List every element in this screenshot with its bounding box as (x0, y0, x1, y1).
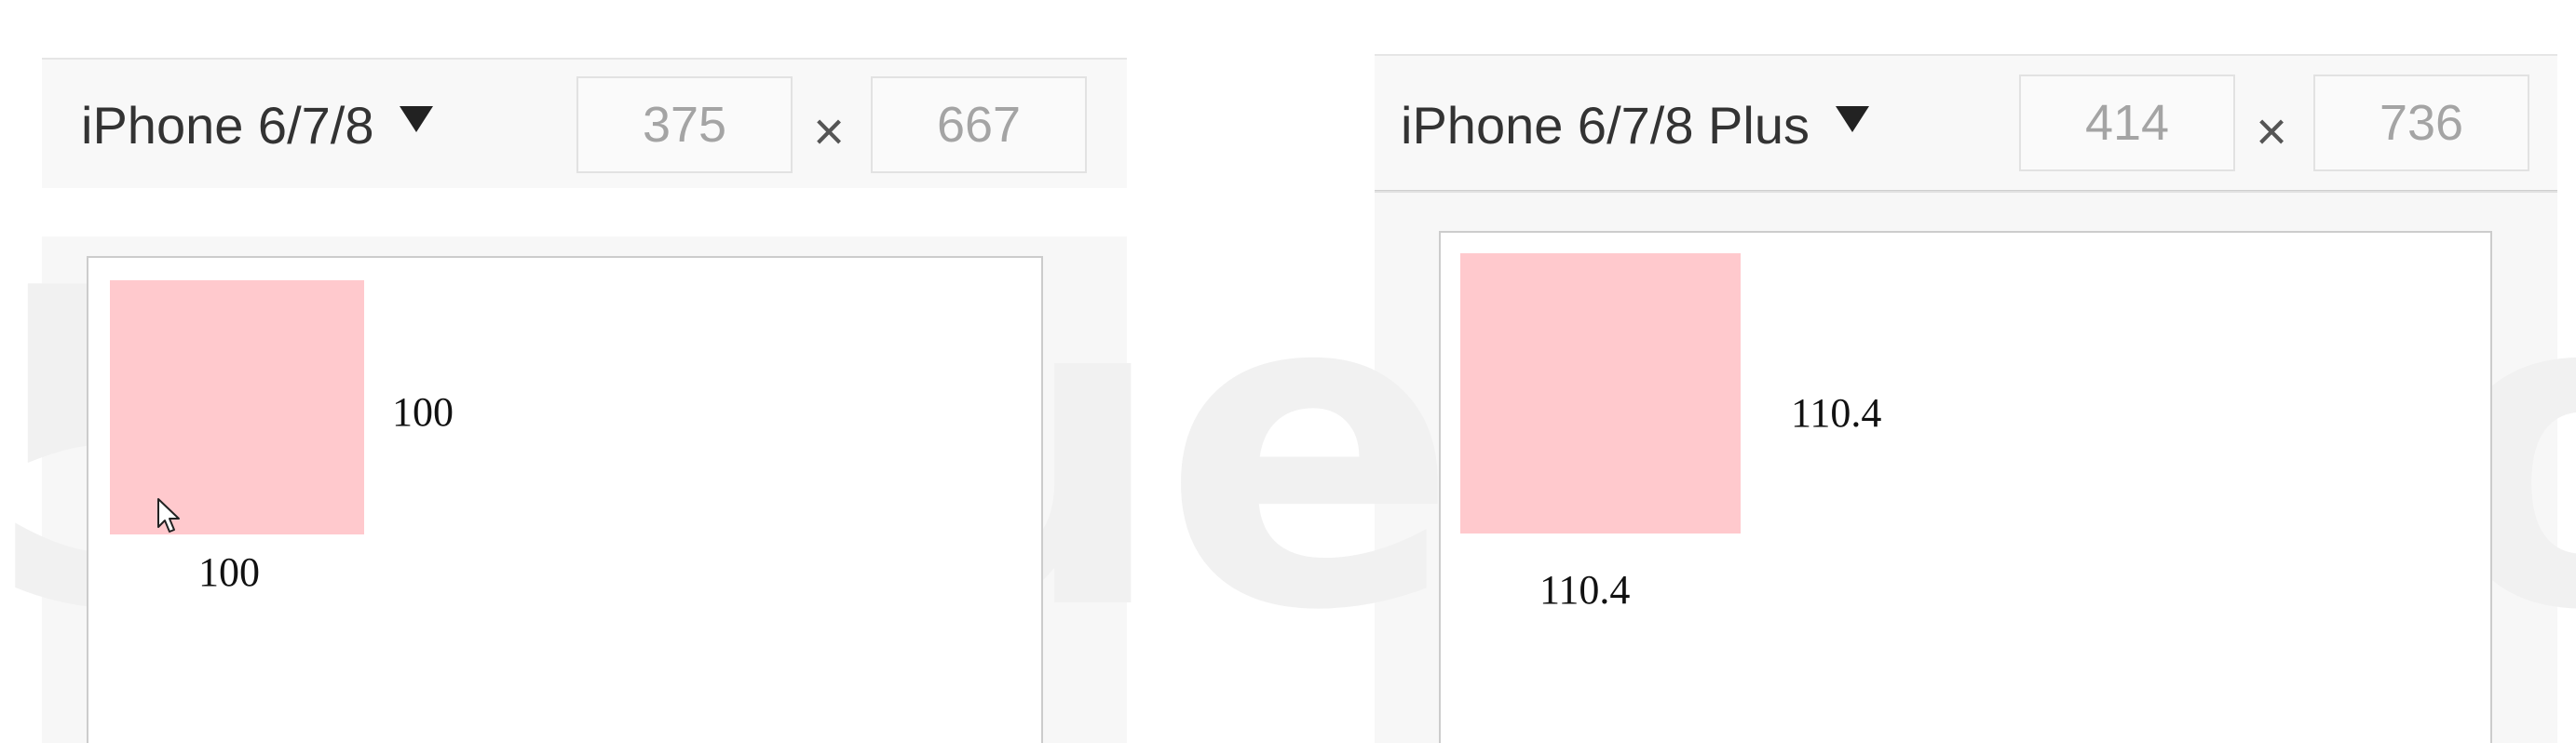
times-icon: × (2256, 101, 2287, 162)
device-preview-iphone-678-plus: iPhone 6/7/8 Plus 414 × 736 110.4 110.4 (1375, 54, 2557, 743)
viewport-width-input[interactable]: 375 (576, 76, 793, 173)
pink-box (110, 280, 364, 534)
device-toolbar: iPhone 6/7/8 375 × 667 (42, 58, 1127, 188)
viewport-height-input[interactable]: 667 (871, 76, 1087, 173)
viewport-width-input[interactable]: 414 (2019, 74, 2235, 171)
caret-down-icon (400, 106, 434, 132)
device-name: iPhone 6/7/8 Plus (1401, 95, 1810, 155)
box-height-label: 110.4 (1539, 567, 1631, 613)
pink-box (1460, 253, 1741, 534)
viewport-height-input[interactable]: 736 (2313, 74, 2529, 171)
device-viewport: 100 100 (87, 256, 1043, 743)
device-viewport: 110.4 110.4 (1439, 231, 2492, 743)
box-width-label: 110.4 (1791, 390, 1882, 436)
device-select[interactable]: iPhone 6/7/8 (81, 95, 434, 155)
device-name: iPhone 6/7/8 (81, 95, 374, 155)
mouse-pointer-icon (157, 498, 180, 533)
device-preview-iphone-678: iPhone 6/7/8 375 × 667 100 100 (42, 58, 1127, 743)
device-toolbar: iPhone 6/7/8 Plus 414 × 736 (1375, 54, 2557, 193)
box-height-label: 100 (198, 549, 260, 595)
box-width-label: 100 (392, 389, 454, 435)
device-select[interactable]: iPhone 6/7/8 Plus (1401, 95, 1869, 155)
times-icon: × (813, 101, 845, 162)
caret-down-icon (1835, 106, 1869, 132)
